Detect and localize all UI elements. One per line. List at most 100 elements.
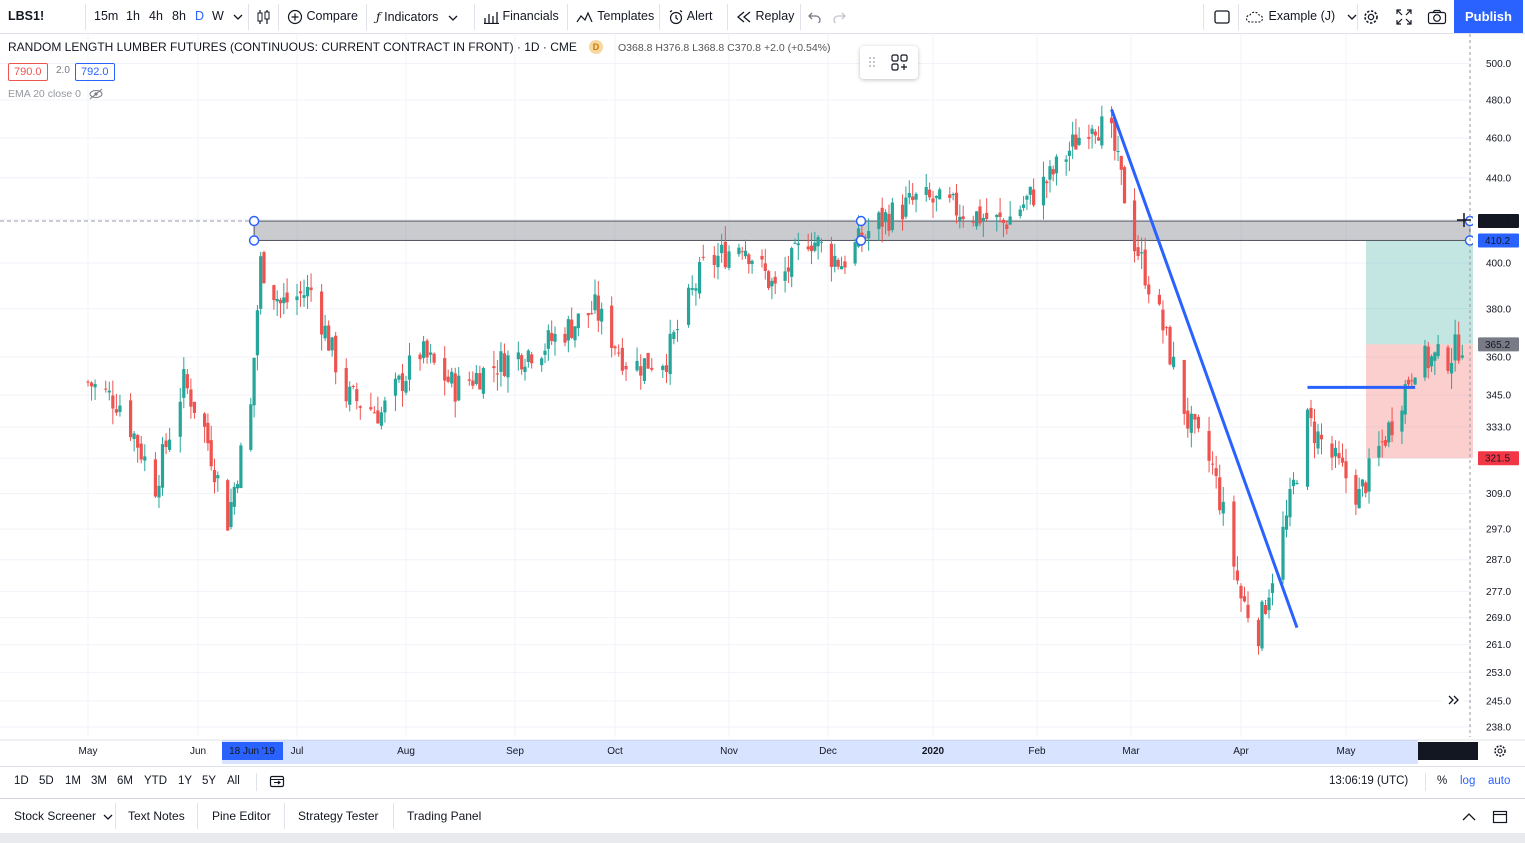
tab-pine-editor[interactable]: Pine Editor (212, 799, 271, 833)
tab-trading-panel[interactable]: Trading Panel (407, 799, 481, 833)
candle-body (1305, 409, 1310, 487)
layout-name-button[interactable]: Example (J) (1245, 0, 1357, 33)
candle-body (309, 287, 313, 291)
candle-body (1196, 416, 1201, 429)
candle-body (351, 385, 355, 387)
candle-body (372, 412, 376, 414)
candle-body (1333, 447, 1338, 457)
publish-button[interactable]: Publish (1454, 0, 1523, 33)
candle-body (192, 401, 197, 413)
tab-stock-screener[interactable]: Stock Screener (14, 799, 113, 833)
candle-body (185, 374, 189, 389)
candle-body (275, 299, 279, 302)
compare-button[interactable]: Compare (287, 0, 358, 33)
range-1m[interactable]: 1M (65, 767, 81, 796)
trendline (1110, 108, 1299, 629)
interval-1h[interactable]: 1h (126, 0, 140, 33)
alert-button[interactable]: Alert (668, 0, 713, 33)
collapse-panel-button[interactable] (1461, 799, 1477, 833)
layout-select-button[interactable] (1213, 0, 1231, 33)
candle-body (432, 353, 436, 363)
interval-w[interactable]: W (212, 0, 224, 33)
auto-scale-toggle[interactable]: auto (1488, 767, 1510, 796)
candle-body (1367, 458, 1371, 492)
tab-text-notes[interactable]: Text Notes (128, 799, 185, 833)
range-all[interactable]: All (227, 767, 240, 796)
spread-value: 2.0 (56, 65, 70, 76)
indicators-button[interactable]: ƒ Indicators (376, 0, 458, 33)
candle-body (168, 439, 172, 450)
eye-crossed-icon[interactable] (88, 88, 104, 100)
candle-body (502, 353, 507, 376)
buy-price-button[interactable]: 792.0 (75, 63, 115, 81)
candle-body (1449, 363, 1454, 374)
ema-indicator-legend[interactable]: EMA 20 close 0 (8, 88, 104, 100)
candle-body (1295, 482, 1299, 484)
snapshot-button[interactable] (1427, 0, 1447, 33)
time-axis-tick: Apr (1233, 746, 1249, 757)
divider (1425, 773, 1426, 791)
candle-body (164, 440, 168, 448)
candle-body (1330, 443, 1334, 458)
candle-body (457, 375, 461, 401)
interval-4h[interactable]: 4h (149, 0, 163, 33)
range-5y[interactable]: 5Y (202, 767, 216, 796)
candle-body (877, 212, 881, 229)
range-6m[interactable]: 6M (117, 767, 133, 796)
interval-15m[interactable]: 15m (94, 0, 118, 33)
candle-body (843, 261, 847, 268)
candle-body (425, 340, 429, 358)
candle-body (523, 366, 527, 373)
candle-body (900, 204, 905, 220)
candle-body (985, 212, 989, 219)
interval-d[interactable]: D (195, 0, 204, 33)
range-1y[interactable]: 1Y (178, 767, 192, 796)
maximize-panel-button[interactable] (1492, 799, 1508, 833)
range-ytd[interactable]: YTD (144, 767, 167, 796)
log-scale-toggle[interactable]: log (1460, 767, 1475, 796)
replay-button[interactable]: Replay (736, 0, 794, 33)
candle-body (111, 395, 115, 409)
redo-button[interactable] (832, 0, 846, 33)
interval-dropdown[interactable] (233, 0, 243, 33)
candle-body (1357, 488, 1361, 509)
financials-button[interactable]: Financials (483, 0, 559, 33)
candle-body (650, 367, 654, 370)
candle-body (998, 212, 1002, 217)
templates-button[interactable]: Templates (576, 0, 654, 33)
symbol-search[interactable]: LBS1! (8, 0, 44, 33)
candle-body (1116, 150, 1120, 152)
range-1d[interactable]: 1D (14, 767, 29, 796)
settings-button[interactable] (1362, 0, 1380, 33)
tab-strategy-tester[interactable]: Strategy Tester (298, 799, 378, 833)
candle-body (697, 262, 702, 294)
candle-body (334, 335, 338, 373)
candle-body (285, 292, 289, 303)
candle-body (617, 352, 621, 354)
symbol-legend-title: RANDOM LENGTH LUMBER FUTURES (CONTINUOUS… (8, 40, 577, 54)
candle-body (596, 295, 600, 321)
price-chart[interactable]: 500.0 480.0 460.0 440.0 400.0 380.0 360.0 345.0… (0, 34, 1525, 766)
scroll-to-realtime-button[interactable] (1442, 689, 1464, 711)
candle-body (259, 256, 263, 309)
fullscreen-button[interactable] (1396, 0, 1412, 33)
interval-8h[interactable]: 8h (172, 0, 186, 33)
range-3m[interactable]: 3M (91, 767, 107, 796)
candle-body (206, 422, 210, 444)
range-5d[interactable]: 5D (39, 767, 54, 796)
percent-scale-toggle[interactable]: % (1437, 767, 1447, 796)
chart-settings-button[interactable] (1494, 745, 1506, 757)
chart-type-button[interactable] (256, 0, 272, 33)
sell-price-button[interactable]: 790.0 (8, 63, 48, 81)
candle-body (553, 333, 557, 342)
divider (197, 803, 198, 829)
divider (727, 4, 728, 30)
object-tree-icon[interactable] (890, 53, 910, 73)
candle-body (450, 371, 454, 384)
candle-body (132, 433, 136, 440)
go-to-date-button[interactable] (269, 767, 285, 796)
utc-clock[interactable]: 13:06:19 (UTC) (1329, 767, 1408, 796)
indicators-label: Indicators (384, 10, 439, 24)
undo-button[interactable] (808, 0, 822, 33)
tab-label: Stock Screener (14, 809, 97, 823)
